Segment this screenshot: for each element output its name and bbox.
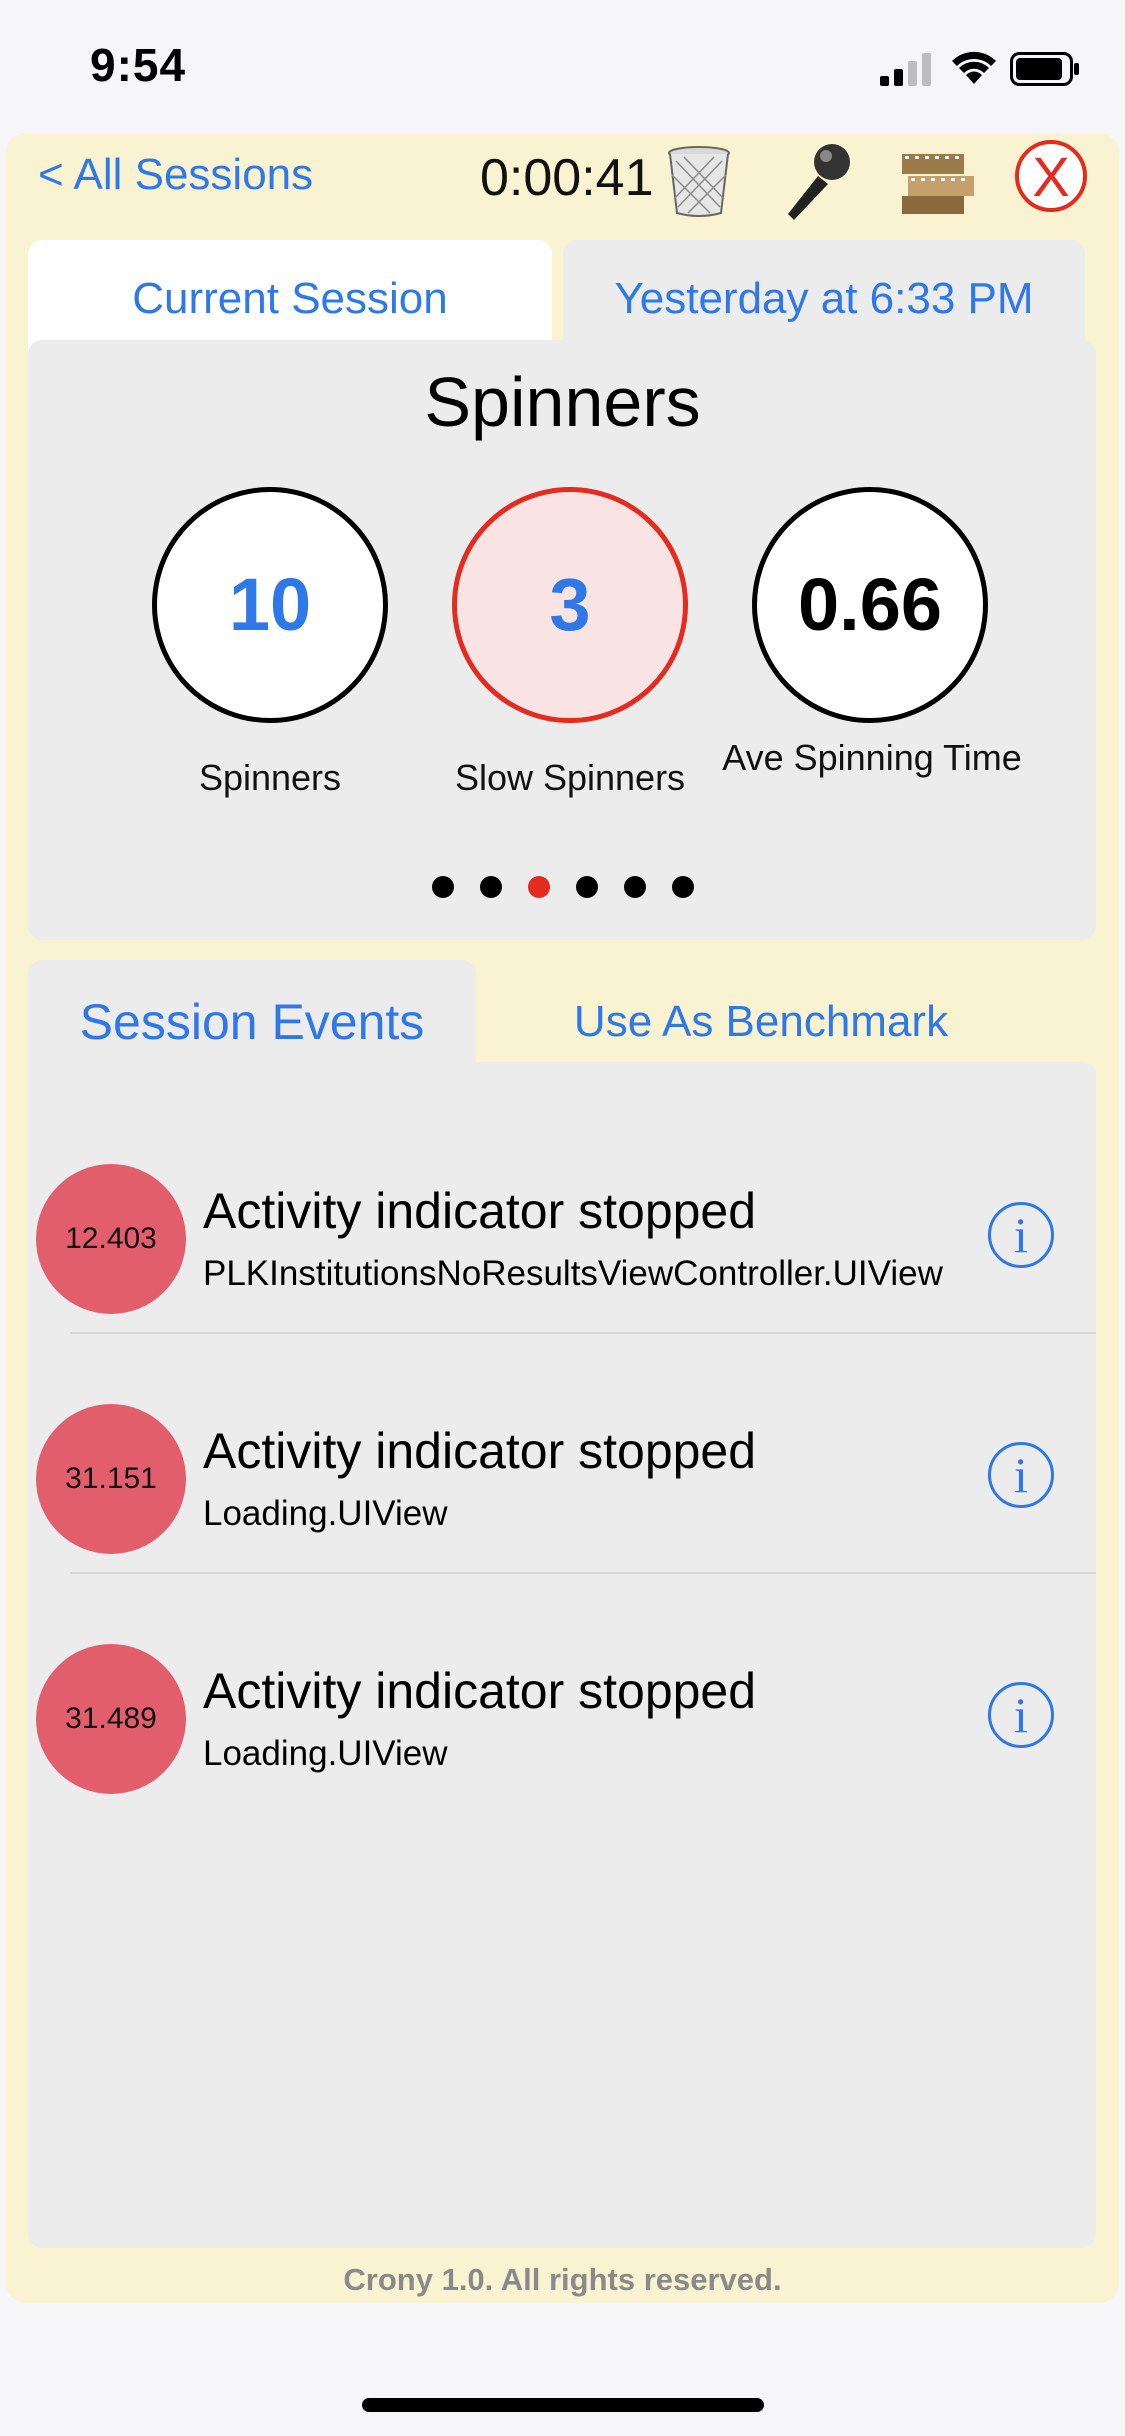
event-time-badge: 31.489 [36, 1644, 186, 1794]
panel-title: Spinners [424, 363, 701, 441]
footer-copyright: Crony 1.0. All rights reserved. [343, 2262, 782, 2297]
film-icon[interactable] [900, 148, 976, 216]
event-time-badge: 12.403 [36, 1164, 186, 1314]
page-dot[interactable] [575, 876, 598, 898]
event-subtitle: PLKInstitutionsNoResultsViewController.U… [203, 1254, 943, 1293]
event-title: Activity indicator stopped [203, 1663, 757, 1719]
event-time-badge: 31.151 [36, 1404, 186, 1554]
microphone-icon[interactable] [778, 140, 854, 222]
spinners-count-label: Spinners [198, 757, 342, 798]
all-sessions-link[interactable]: < All Sessions [38, 150, 313, 200]
page-dot[interactable] [527, 876, 550, 898]
page-dot[interactable] [479, 876, 502, 898]
info-icon[interactable]: i [988, 1682, 1054, 1748]
page-dot[interactable] [623, 876, 646, 898]
slow-spinners-circle: 3 [452, 487, 688, 723]
battery-icon [1010, 52, 1079, 86]
page-dot[interactable] [431, 876, 454, 898]
spinners-count-circle: 10 [152, 487, 388, 723]
info-icon[interactable]: i [988, 1202, 1054, 1268]
home-indicator[interactable] [362, 2398, 764, 2412]
cellular-signal-icon [880, 53, 931, 86]
event-row[interactable]: 31.151 Activity indicator stopped Loadin… [28, 1332, 1096, 1574]
tab-yesterday[interactable]: Yesterday at 6:33 PM [563, 240, 1085, 355]
use-as-benchmark-button[interactable]: Use As Benchmark [476, 960, 1046, 1070]
status-time: 9:54 [90, 39, 187, 91]
ave-spinning-time-circle: 0.66 [752, 487, 988, 723]
event-title: Activity indicator stopped [203, 1423, 757, 1479]
event-subtitle: Loading.UIView [203, 1494, 448, 1533]
event-title: Activity indicator stopped [203, 1183, 757, 1239]
tab-session-events[interactable]: Session Events [28, 960, 476, 1070]
session-timer: 0:00:41 [480, 149, 654, 207]
wifi-icon [952, 51, 996, 84]
event-row[interactable]: 12.403 Activity indicator stopped PLKIns… [28, 1092, 1096, 1334]
ave-spinning-time-label: Ave Spinning Time [722, 737, 1022, 778]
page-indicator[interactable] [0, 876, 1125, 898]
event-subtitle: Loading.UIView [203, 1734, 448, 1773]
close-icon[interactable]: X [1015, 140, 1087, 212]
info-icon[interactable]: i [988, 1442, 1054, 1508]
slow-spinners-label: Slow Spinners [454, 757, 686, 798]
page-dot[interactable] [671, 876, 694, 898]
trash-icon[interactable] [664, 145, 734, 217]
event-row[interactable]: 31.489 Activity indicator stopped Loadin… [28, 1572, 1096, 1812]
